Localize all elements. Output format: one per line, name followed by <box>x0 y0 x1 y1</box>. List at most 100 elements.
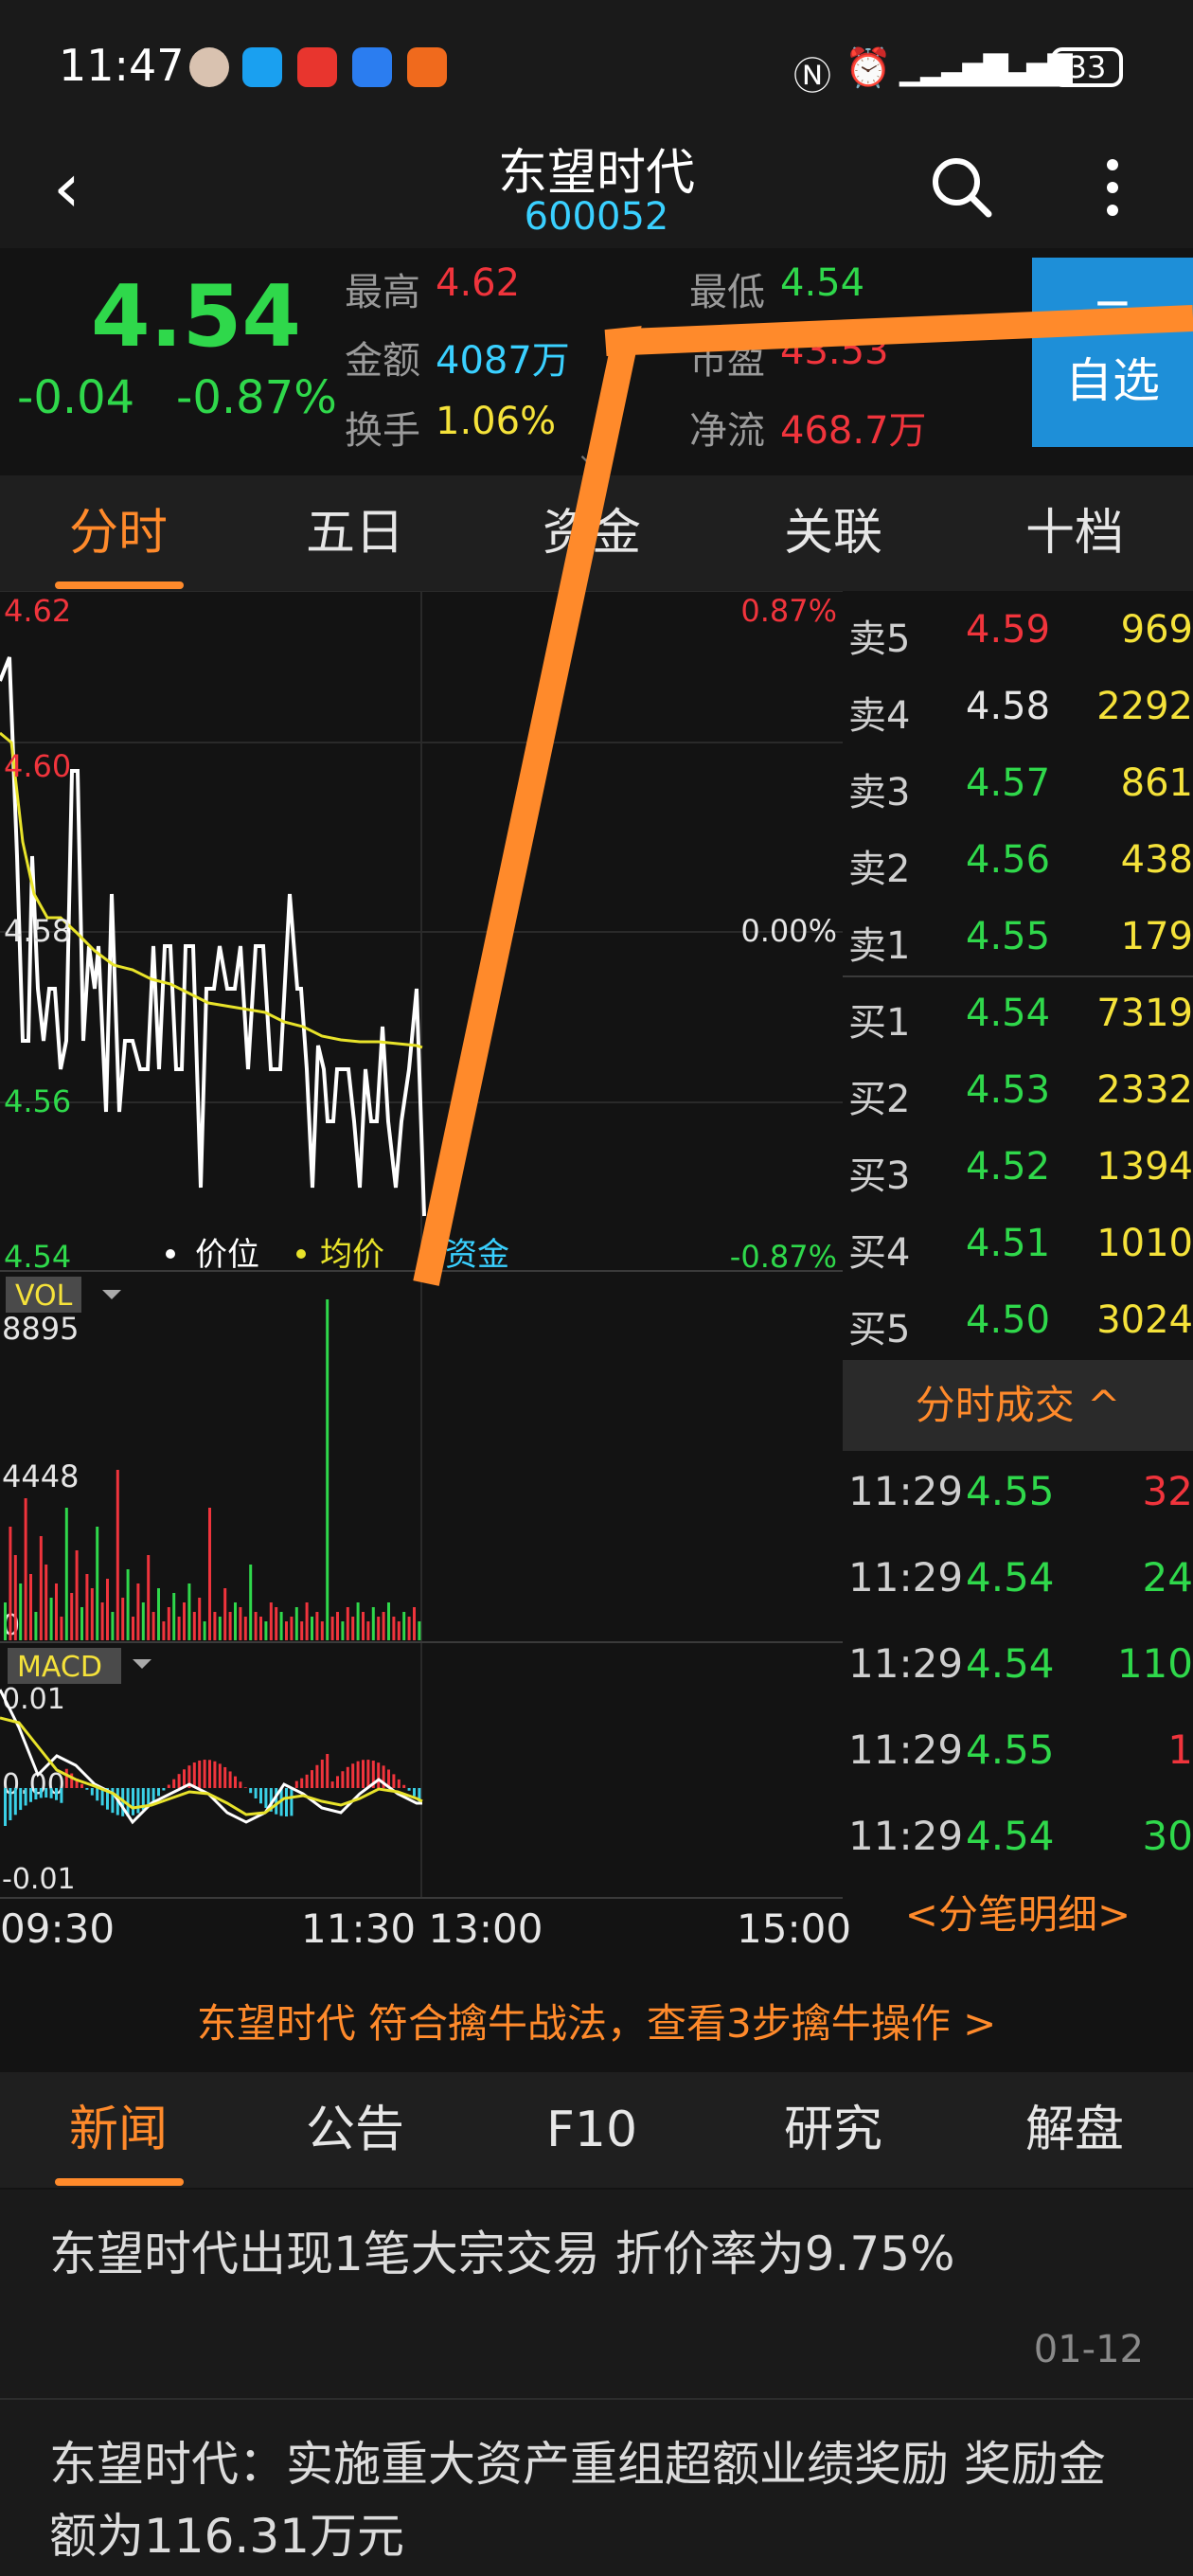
orderbook-row[interactable]: 买3 4.52 1394 <box>843 1128 1193 1204</box>
orderbook-price: 4.59 <box>966 608 1051 652</box>
macd-bar <box>39 1788 43 1798</box>
turnover-value: 1.06% <box>436 400 557 443</box>
volume-bar <box>279 1612 283 1640</box>
trade-details-link[interactable]: <分笔明细> <box>843 1883 1193 1941</box>
status-time: 11:47 <box>59 40 185 91</box>
volume-bar <box>106 1579 109 1640</box>
macd-bar <box>249 1788 253 1794</box>
macd-bar <box>147 1788 151 1806</box>
vol-dropdown-icon[interactable] <box>102 1290 121 1299</box>
volume-bar <box>208 1508 211 1640</box>
volume-bar <box>413 1607 416 1640</box>
macd-bar <box>90 1788 94 1796</box>
avatar-notification-icon <box>189 47 229 87</box>
search-icon[interactable] <box>928 153 994 220</box>
volume-bar <box>239 1607 242 1640</box>
macd-bar <box>13 1788 17 1816</box>
tab-analysis[interactable]: 解盘 <box>956 2072 1193 2188</box>
trades-header-button[interactable]: 分时成交 ^ <box>843 1360 1193 1451</box>
orderbook-volume: 1010 <box>1096 1222 1193 1265</box>
orderbook-row[interactable]: 卖5 4.59 969 <box>843 591 1193 667</box>
macd-bar <box>320 1759 324 1788</box>
orderbook-row[interactable]: 卖1 4.55 179 <box>843 898 1193 974</box>
orderbook-level-label: 买1 <box>848 1001 911 1045</box>
y-label-4-56: 4.56 <box>4 1083 71 1119</box>
orderbook-row[interactable]: 买1 4.54 7319 <box>843 975 1193 1050</box>
expand-chevron-icon[interactable]: ⌄ <box>576 438 597 469</box>
orderbook-row[interactable]: 卖4 4.58 2292 <box>843 668 1193 743</box>
macd-bar <box>294 1780 298 1788</box>
macd-bar <box>228 1771 232 1788</box>
tab-five-day[interactable]: 五日 <box>237 475 473 591</box>
macd-bar <box>315 1764 319 1788</box>
orderbook-row[interactable]: 买5 4.50 3024 <box>843 1281 1193 1357</box>
intraday-chart[interactable]: 4.62 4.60 4.58 4.56 4.54 0.87% 0.00% -0.… <box>0 590 851 1952</box>
orderbook-volume: 7319 <box>1096 992 1193 1035</box>
macd-bar <box>132 1788 134 1816</box>
volume-bar <box>326 1299 329 1640</box>
orderbook-row[interactable]: 买4 4.51 1010 <box>843 1205 1193 1280</box>
macd-bar <box>208 1760 211 1788</box>
macd-bar <box>264 1788 268 1808</box>
tab-ten-levels[interactable]: 十档 <box>956 475 1193 591</box>
vol-mid: 4448 <box>2 1458 79 1494</box>
volume-bar <box>100 1602 104 1640</box>
y-label-4-58: 4.58 <box>4 913 71 949</box>
volume-bar <box>275 1607 278 1640</box>
volume-bar <box>132 1617 134 1640</box>
news-item[interactable]: 东望时代：实施重大资产重组超额业绩奖励 奖励金额为116.31万元 <box>0 2400 1193 2576</box>
alarm-icon: ⏰ <box>845 46 892 90</box>
fav-minus: − <box>1093 275 1132 330</box>
add-to-watchlist-button[interactable]: − 自选 <box>1032 258 1193 447</box>
tab-announcements[interactable]: 公告 <box>237 2072 473 2188</box>
tab-news[interactable]: 新闻 <box>0 2072 237 2188</box>
stock-name: 东望时代 <box>497 145 695 202</box>
volume-bar <box>64 1508 68 1640</box>
macd-bar <box>198 1760 202 1788</box>
volume-bar <box>228 1612 232 1640</box>
news-tabbar: 新闻 公告 F10 研究 解盘 <box>0 2072 1193 2188</box>
volume-bar <box>311 1617 313 1640</box>
volume-bar <box>80 1607 83 1640</box>
volume-bar <box>116 1470 119 1640</box>
macd-bar <box>96 1788 99 1801</box>
macd-bar <box>167 1784 170 1788</box>
volume-bar <box>356 1602 360 1640</box>
orderbook-level-label: 卖3 <box>848 771 911 814</box>
macd-bar <box>305 1774 309 1788</box>
promo-banner[interactable]: 东望时代 符合擒牛战法，查看3步擒牛操作 > <box>0 1972 1193 2076</box>
macd-bar <box>239 1781 242 1788</box>
more-options-icon[interactable] <box>1098 155 1127 222</box>
orderbook-row[interactable]: 买2 4.53 2332 <box>843 1051 1193 1127</box>
macd-bar <box>157 1788 160 1797</box>
macd-bar <box>336 1776 339 1788</box>
macd-bar <box>311 1770 313 1788</box>
macd-dropdown-icon[interactable] <box>133 1659 151 1669</box>
orderbook-row[interactable]: 卖2 4.56 438 <box>843 821 1193 897</box>
pct-top: 0.87% <box>740 593 837 629</box>
tab-research[interactable]: 研究 <box>710 2072 956 2188</box>
tab-related[interactable]: 关联 <box>710 475 956 591</box>
tab-funds[interactable]: 资金 <box>473 475 710 591</box>
orderbook-level-label: 买4 <box>848 1231 911 1275</box>
volume-bar <box>259 1617 262 1640</box>
status-bar: 11:47 Ⓝ ⏰ ▁▂▃▅▇ ▁▃▅▇ 33 <box>0 0 1193 133</box>
price-change-pct: -0.87% <box>176 371 337 424</box>
trade-time: 11:29 <box>848 1813 964 1859</box>
tab-f10[interactable]: F10 <box>473 2072 710 2188</box>
macd-bar <box>234 1776 237 1788</box>
volume-bar <box>341 1621 345 1640</box>
macd-bar <box>223 1766 227 1788</box>
news-item[interactable]: 东望时代出现1笔大宗交易 折价率为9.75% 01-12 <box>0 2190 1193 2398</box>
macd-bar <box>341 1771 345 1788</box>
macd-bar <box>362 1760 365 1788</box>
macd-bar <box>330 1781 334 1788</box>
tab-intraday[interactable]: 分时 <box>0 475 237 591</box>
trade-row: 11:29 4.54 24 <box>843 1535 1193 1622</box>
stock-header: ‹ 东望时代 600052 <box>0 133 1193 248</box>
high-label: 最高 <box>345 271 420 314</box>
orderbook-row[interactable]: 卖3 4.57 861 <box>843 744 1193 820</box>
news-tab-underline <box>55 2178 184 2186</box>
volume-bar <box>402 1612 406 1640</box>
macd-bar <box>60 1788 63 1803</box>
